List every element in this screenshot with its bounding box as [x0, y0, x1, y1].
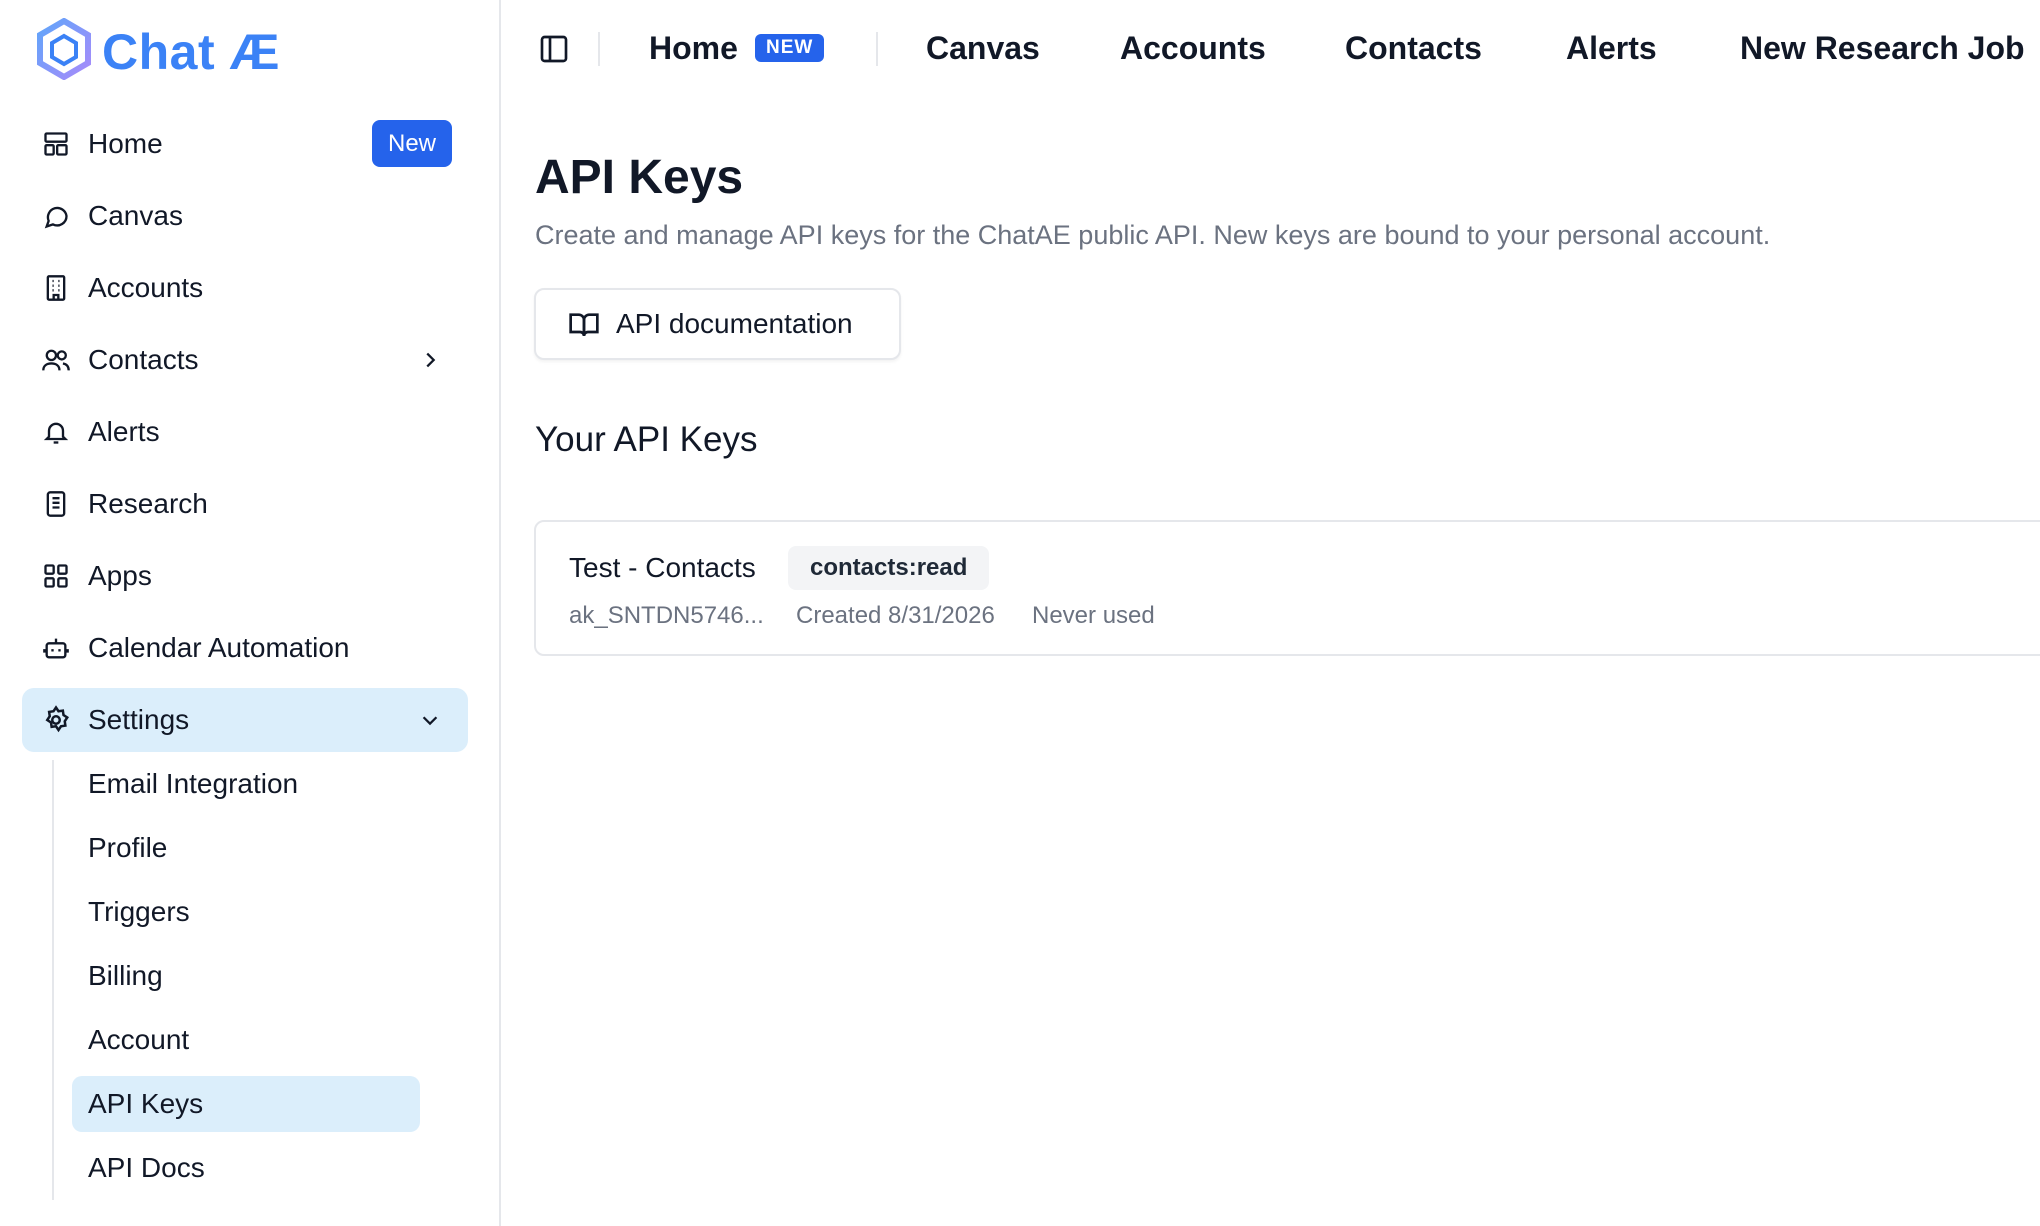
- sidebar-item-label: Alerts: [88, 416, 160, 447]
- sidebar-item-calendar-automation[interactable]: Calendar Automation: [22, 616, 468, 680]
- sidebar-item-contacts[interactable]: Contacts: [22, 328, 468, 392]
- layout-icon: [40, 128, 72, 160]
- api-key-last-used: Never used: [1032, 602, 1155, 629]
- sidebar-item-label: Settings: [88, 704, 190, 735]
- sidebar-item-apps[interactable]: Apps: [22, 544, 468, 608]
- book-open-icon: [568, 308, 600, 340]
- page-title: API Keys: [535, 151, 744, 204]
- top-nav-alerts[interactable]: Alerts: [1566, 28, 1657, 68]
- scope-badge: contacts:read: [788, 546, 990, 590]
- chat-bubble-icon: [40, 200, 72, 232]
- api-documentation-label: API documentation: [616, 308, 853, 339]
- new-badge: NEW: [755, 34, 825, 62]
- sidebar-subitem-email-integration[interactable]: Email Integration: [72, 756, 420, 812]
- sidebar-item-label: Calendar Automation: [88, 632, 350, 663]
- grid-icon: [40, 560, 72, 592]
- building-icon: [40, 272, 72, 304]
- sidebar-item-label: Apps: [88, 560, 152, 591]
- api-key-prefix: ak_SNTDN5746...: [569, 602, 764, 629]
- logo[interactable]: Chat Æ: [36, 17, 280, 85]
- gear-icon: [40, 704, 72, 736]
- top-nav: Home NEW Canvas Accounts Contacts Alerts…: [502, 0, 2040, 98]
- top-nav-accounts[interactable]: Accounts: [1120, 28, 1266, 68]
- section-title: Your API Keys: [535, 420, 758, 459]
- new-badge: New: [371, 120, 452, 167]
- chevron-down-icon[interactable]: [414, 704, 446, 736]
- sidebar-item-canvas[interactable]: Canvas: [22, 184, 468, 248]
- logo-text: Chat Æ: [102, 23, 280, 80]
- sidebar-item-label: Accounts: [88, 272, 204, 303]
- hexagon-logo-icon: [36, 17, 92, 85]
- sidebar: Chat Æ Home New Canvas Accounts Contacts: [0, 0, 501, 1226]
- subnav-divider: [52, 760, 54, 1200]
- sidebar-subitem-api-docs[interactable]: API Docs: [72, 1140, 420, 1196]
- sidebar-item-home[interactable]: Home New: [22, 112, 468, 176]
- sidebar-item-alerts[interactable]: Alerts: [22, 400, 468, 464]
- document-icon: [40, 488, 72, 520]
- divider: [876, 32, 878, 66]
- bot-icon: [40, 632, 72, 664]
- sidebar-item-research[interactable]: Research: [22, 472, 468, 536]
- sidebar-toggle-icon[interactable]: [538, 33, 570, 65]
- api-key-created: Created 8/31/2026: [796, 602, 995, 629]
- sidebar-item-accounts[interactable]: Accounts: [22, 256, 468, 320]
- top-nav-contacts[interactable]: Contacts: [1345, 28, 1482, 68]
- sidebar-item-settings[interactable]: Settings: [22, 688, 468, 752]
- sidebar-item-label: Home: [88, 128, 163, 159]
- top-nav-home[interactable]: Home: [649, 28, 738, 68]
- sidebar-subitem-triggers[interactable]: Triggers: [72, 884, 420, 940]
- users-icon: [40, 344, 72, 376]
- sidebar-item-label: Canvas: [88, 200, 183, 231]
- api-documentation-button[interactable]: API documentation: [534, 288, 901, 360]
- sidebar-item-label: Research: [88, 488, 208, 519]
- page-description: Create and manage API keys for the ChatA…: [535, 220, 1771, 250]
- api-key-name: Test - Contacts: [569, 552, 756, 583]
- sidebar-subitem-api-keys[interactable]: API Keys: [72, 1076, 420, 1132]
- sidebar-subitem-billing[interactable]: Billing: [72, 948, 420, 1004]
- divider: [598, 32, 600, 66]
- sidebar-subitem-account[interactable]: Account: [72, 1012, 420, 1068]
- top-nav-new-research-job[interactable]: New Research Job: [1740, 28, 2025, 68]
- api-key-card[interactable]: Test - Contacts contacts:read ak_SNTDN57…: [534, 520, 2040, 656]
- sidebar-subitem-profile[interactable]: Profile: [72, 820, 420, 876]
- sidebar-item-label: Contacts: [88, 344, 199, 375]
- chevron-right-icon[interactable]: [414, 344, 446, 376]
- top-nav-canvas[interactable]: Canvas: [926, 28, 1040, 68]
- bell-icon: [40, 416, 72, 448]
